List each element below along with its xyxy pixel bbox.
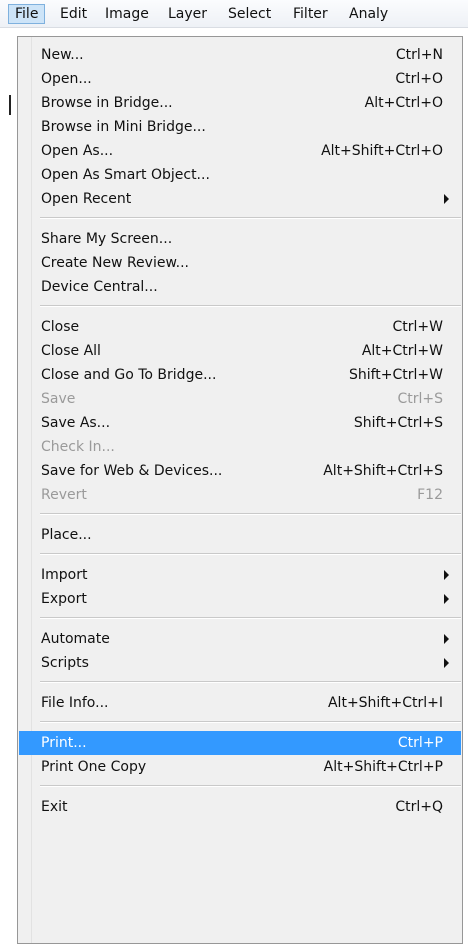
menu-item-shortcut: Ctrl+N bbox=[395, 47, 443, 63]
menu-item-label: Scripts bbox=[41, 655, 89, 671]
menu-item-shortcut: Alt+Ctrl+O bbox=[364, 95, 443, 111]
menubar-edit[interactable]: Edit bbox=[54, 4, 93, 24]
menu-item-save-as[interactable]: Save As... Shift+Ctrl+S bbox=[19, 411, 461, 435]
menu-item-scripts[interactable]: Scripts bbox=[19, 651, 461, 675]
menu-item-label: Check In... bbox=[41, 439, 115, 455]
menu-item-label: Close bbox=[41, 319, 80, 335]
menu-item-exit[interactable]: Exit Ctrl+Q bbox=[19, 795, 461, 819]
menu-item-label: Open Recent bbox=[41, 191, 132, 207]
menu-item-label: Save bbox=[41, 391, 76, 407]
menu-item-create-new-review[interactable]: Create New Review... bbox=[19, 251, 461, 275]
menu-item-print[interactable]: Print... Ctrl+P bbox=[19, 731, 461, 755]
menu-item-shortcut: Alt+Shift+Ctrl+O bbox=[321, 143, 443, 159]
menubar-layer[interactable]: Layer bbox=[162, 4, 213, 24]
menu-item-label: Revert bbox=[41, 487, 87, 503]
menu-item-label: Save for Web & Devices... bbox=[41, 463, 223, 479]
menu-item-shortcut: Alt+Shift+Ctrl+I bbox=[327, 695, 443, 711]
menu-item-close-all[interactable]: Close All Alt+Ctrl+W bbox=[19, 339, 461, 363]
menu-item-check-in: Check In... bbox=[19, 435, 461, 459]
menu-item-label: Close and Go To Bridge... bbox=[41, 367, 217, 383]
menu-item-label: Export bbox=[41, 591, 87, 607]
menu-item-label: Share My Screen... bbox=[41, 231, 173, 247]
menu-item-label: Place... bbox=[41, 527, 92, 543]
menu-item-share-my-screen[interactable]: Share My Screen... bbox=[19, 227, 461, 251]
menu-item-device-central[interactable]: Device Central... bbox=[19, 275, 461, 299]
submenu-arrow-icon bbox=[444, 594, 449, 604]
menu-item-browse-in-bridge[interactable]: Browse in Bridge... Alt+Ctrl+O bbox=[19, 91, 461, 115]
menu-item-save-for-web[interactable]: Save for Web & Devices... Alt+Shift+Ctrl… bbox=[19, 459, 461, 483]
menu-item-shortcut: Ctrl+P bbox=[397, 735, 443, 751]
menu-item-label: Open As... bbox=[41, 143, 114, 159]
menu-item-open-recent[interactable]: Open Recent bbox=[19, 187, 461, 211]
menu-item-shortcut: F12 bbox=[417, 487, 443, 503]
menu-separator bbox=[40, 305, 461, 307]
menu-item-label: Import bbox=[41, 567, 88, 583]
menu-item-new[interactable]: New... Ctrl+N bbox=[19, 43, 461, 67]
menu-item-shortcut: Alt+Shift+Ctrl+P bbox=[323, 759, 443, 775]
menu-item-label: Print One Copy bbox=[41, 759, 147, 775]
background-edge bbox=[9, 95, 11, 115]
menu-item-import[interactable]: Import bbox=[19, 563, 461, 587]
menu-item-label: Close All bbox=[41, 343, 101, 359]
menu-item-automate[interactable]: Automate bbox=[19, 627, 461, 651]
submenu-arrow-icon bbox=[444, 194, 449, 204]
menu-item-shortcut: Shift+Ctrl+S bbox=[353, 415, 443, 431]
menu-separator bbox=[40, 785, 461, 787]
menu-item-shortcut: Ctrl+O bbox=[395, 71, 443, 87]
menu-item-label: Create New Review... bbox=[41, 255, 189, 271]
file-menu-dropdown: New... Ctrl+N Open... Ctrl+O Browse in B… bbox=[17, 36, 463, 944]
menu-item-label: Open... bbox=[41, 71, 92, 87]
menu-separator bbox=[40, 617, 461, 619]
menu-item-label: Print... bbox=[41, 735, 87, 751]
menu-separator bbox=[40, 553, 461, 555]
menu-item-close-and-go-to-bridge[interactable]: Close and Go To Bridge... Shift+Ctrl+W bbox=[19, 363, 461, 387]
menubar-select[interactable]: Select bbox=[222, 4, 277, 24]
menu-separator bbox=[40, 217, 461, 219]
menu-item-place[interactable]: Place... bbox=[19, 523, 461, 547]
menu-item-close[interactable]: Close Ctrl+W bbox=[19, 315, 461, 339]
menu-item-label: Save As... bbox=[41, 415, 111, 431]
menu-item-shortcut: Alt+Shift+Ctrl+S bbox=[323, 463, 443, 479]
submenu-arrow-icon bbox=[444, 658, 449, 668]
menu-item-label: File Info... bbox=[41, 695, 109, 711]
submenu-arrow-icon bbox=[444, 570, 449, 580]
menubar-filter[interactable]: Filter bbox=[287, 4, 334, 24]
menu-item-open[interactable]: Open... Ctrl+O bbox=[19, 67, 461, 91]
menu-item-shortcut: Ctrl+W bbox=[392, 319, 443, 335]
menu-item-label: Automate bbox=[41, 631, 110, 647]
menu-item-save: Save Ctrl+S bbox=[19, 387, 461, 411]
menubar-file[interactable]: File bbox=[8, 4, 46, 24]
menu-item-shortcut: Shift+Ctrl+W bbox=[348, 367, 443, 383]
menubar-analysis[interactable]: Analy bbox=[343, 4, 394, 24]
menu-item-open-as[interactable]: Open As... Alt+Shift+Ctrl+O bbox=[19, 139, 461, 163]
submenu-arrow-icon bbox=[444, 634, 449, 644]
menu-item-print-one-copy[interactable]: Print One Copy Alt+Shift+Ctrl+P bbox=[19, 755, 461, 779]
menu-item-shortcut: Ctrl+Q bbox=[395, 799, 443, 815]
menu-separator bbox=[40, 681, 461, 683]
menu-item-file-info[interactable]: File Info... Alt+Shift+Ctrl+I bbox=[19, 691, 461, 715]
menu-item-shortcut: Ctrl+S bbox=[397, 391, 443, 407]
menu-item-revert: Revert F12 bbox=[19, 483, 461, 507]
menu-item-label: Browse in Bridge... bbox=[41, 95, 173, 111]
menu-item-open-as-smart-object[interactable]: Open As Smart Object... bbox=[19, 163, 461, 187]
menu-item-export[interactable]: Export bbox=[19, 587, 461, 611]
menu-item-label: Open As Smart Object... bbox=[41, 167, 210, 183]
menu-item-browse-in-mini-bridge[interactable]: Browse in Mini Bridge... bbox=[19, 115, 461, 139]
menu-item-label: New... bbox=[41, 47, 84, 63]
menu-item-label: Device Central... bbox=[41, 279, 158, 295]
menu-bar: File Edit Image Layer Select Filter Anal… bbox=[0, 0, 468, 28]
menu-item-label: Exit bbox=[41, 799, 68, 815]
menu-separator bbox=[40, 513, 461, 515]
menu-item-label: Browse in Mini Bridge... bbox=[41, 119, 206, 135]
menubar-image[interactable]: Image bbox=[99, 4, 155, 24]
menu-separator bbox=[40, 721, 461, 723]
menu-item-shortcut: Alt+Ctrl+W bbox=[361, 343, 443, 359]
